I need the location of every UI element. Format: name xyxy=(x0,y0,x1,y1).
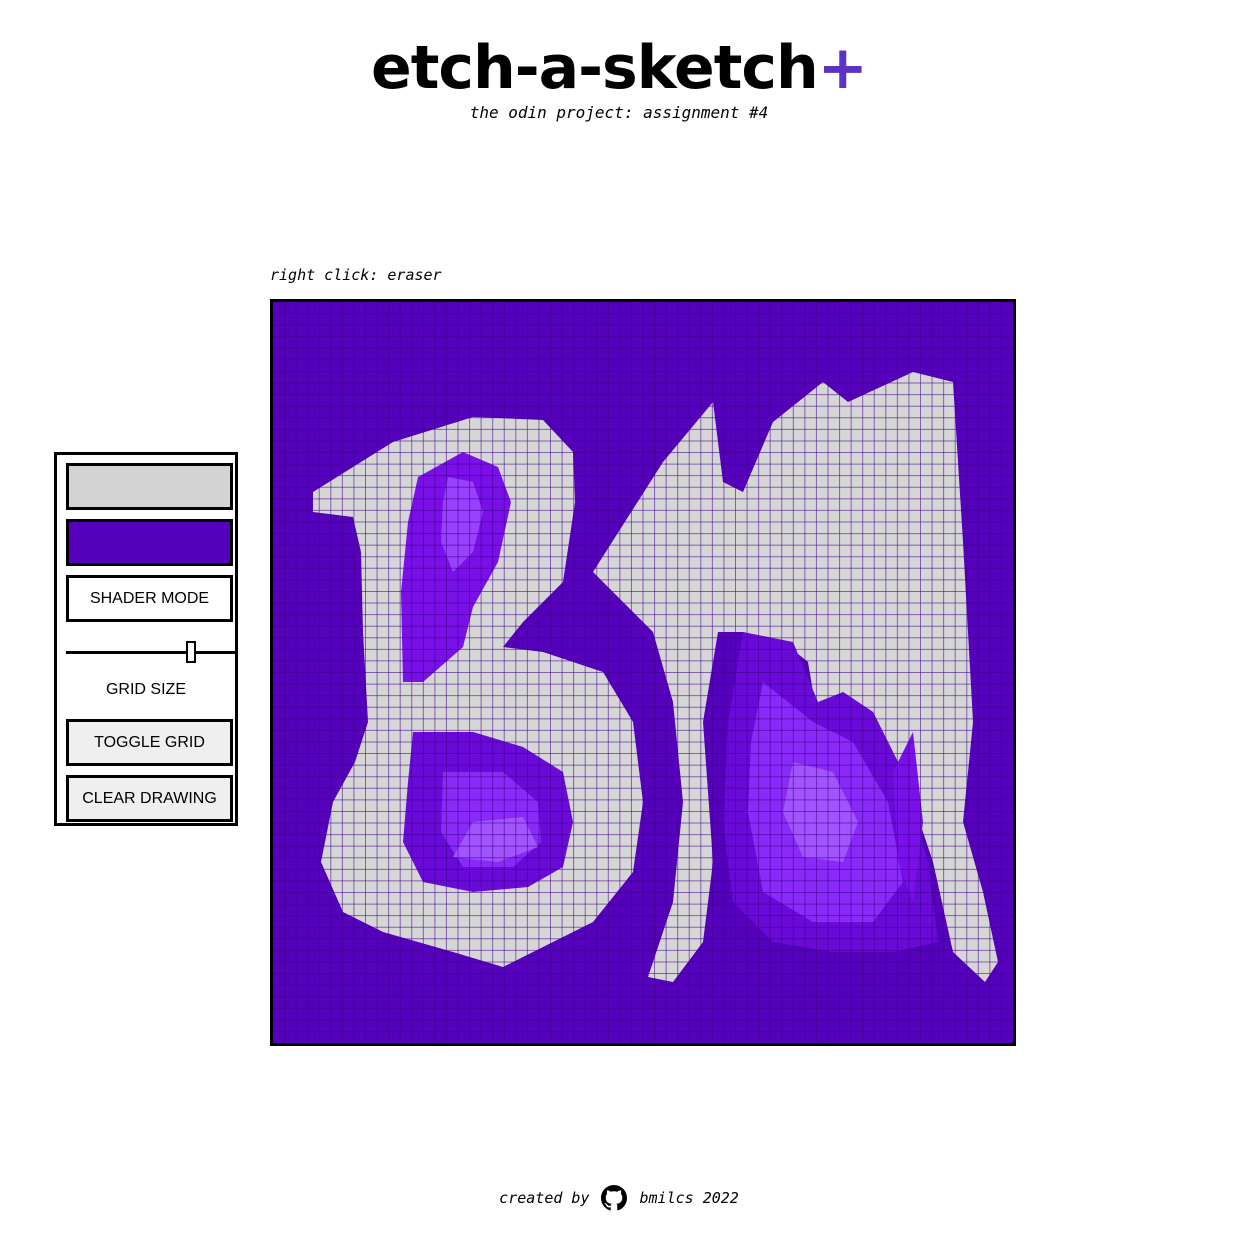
github-icon[interactable] xyxy=(601,1185,628,1211)
created-by-label: created by xyxy=(499,1189,590,1207)
pixel-grid[interactable] xyxy=(273,302,1013,1043)
page-subtitle: the odin project: assignment #4 xyxy=(469,103,769,122)
title-plus: + xyxy=(817,33,868,103)
page-title: etch-a-sketch+ xyxy=(0,30,1238,106)
drawing-canvas[interactable] xyxy=(270,299,1016,1046)
pen-color-picker[interactable] xyxy=(66,519,233,566)
grid-size-slider[interactable] xyxy=(66,641,236,665)
shader-mode-button[interactable]: SHADER MODE xyxy=(66,575,233,622)
toggle-grid-button[interactable]: TOGGLE GRID xyxy=(66,719,233,766)
footer: created by bmilcs 2022 xyxy=(0,1183,1238,1213)
github-icon-svg xyxy=(601,1185,628,1211)
slider-thumb[interactable] xyxy=(186,641,196,663)
background-color-picker[interactable] xyxy=(66,463,233,510)
clear-drawing-button[interactable]: CLEAR DRAWING xyxy=(66,775,233,822)
grid-size-label: GRID SIZE xyxy=(105,681,186,698)
author-label[interactable]: bmilcs 2022 xyxy=(639,1189,738,1207)
title-text: etch-a-sketch xyxy=(371,33,819,103)
bm-drawing xyxy=(313,372,998,982)
controls-panel: SHADER MODE GRID SIZE TOGGLE GRID CLEAR … xyxy=(54,452,238,826)
eraser-hint: right click: eraser xyxy=(270,266,442,284)
slider-track xyxy=(66,651,236,654)
